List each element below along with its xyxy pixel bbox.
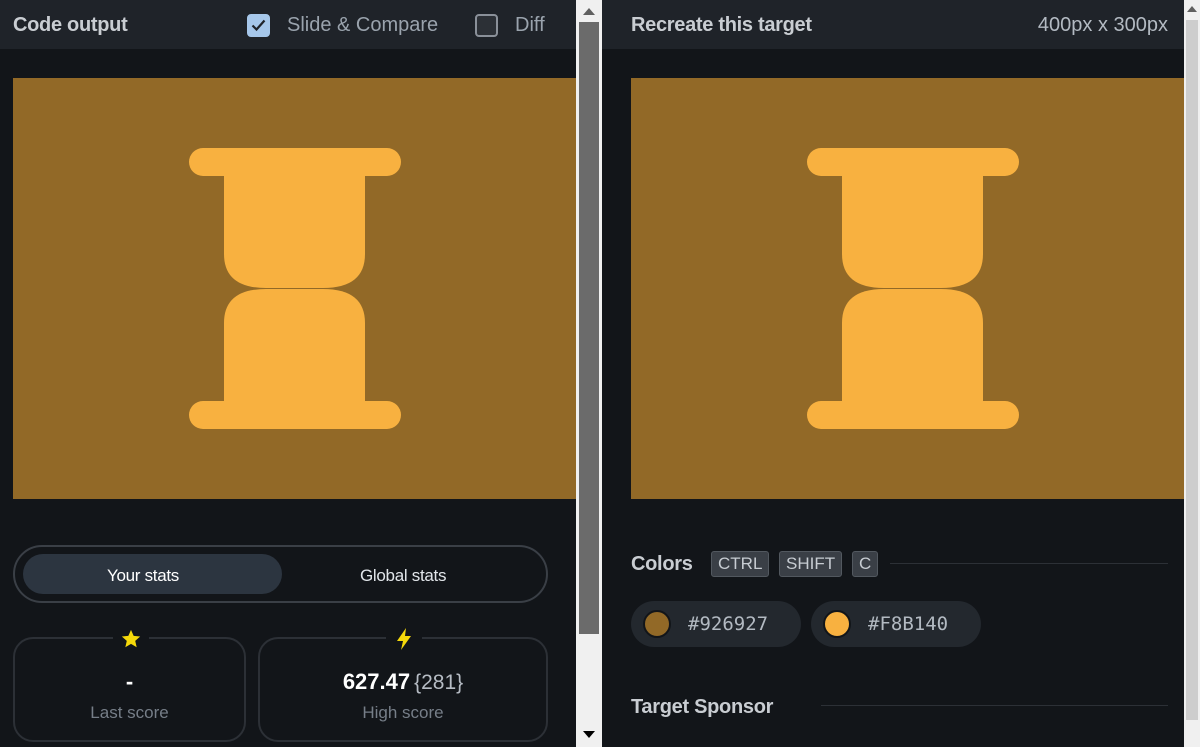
stats-toggle: Your stats Global stats [13, 545, 548, 603]
color-hex-2: #F8B140 [868, 613, 949, 635]
colors-heading: Colors [631, 553, 693, 575]
high-score-value: 627.47 {281} [260, 669, 546, 695]
diff-label[interactable]: Diff [515, 14, 545, 37]
code-output-header: Code output Slide & Compare Diff [0, 0, 576, 49]
checkmark-icon [251, 19, 266, 32]
code-output-title: Code output [13, 14, 128, 36]
high-score-label: High score [362, 703, 444, 722]
high-score-extra: {281} [414, 671, 464, 694]
tab-your-stats-label[interactable]: Your stats [107, 566, 179, 586]
bolt-icon [386, 626, 422, 652]
scrollbar-thumb[interactable] [579, 22, 599, 634]
hourglass-shape-target [807, 148, 1019, 429]
high-score-number: 627.47 [342, 669, 411, 694]
right-scrollbar-thumb[interactable] [1186, 20, 1198, 720]
shortcut-key-c: C [852, 551, 879, 577]
target-header: Recreate this target 400px x 300px [602, 0, 1200, 49]
last-score-label: Last score [90, 703, 169, 722]
right-scroll-up-arrow-icon[interactable] [1187, 6, 1197, 12]
last-score-card: - Last score [13, 626, 246, 742]
target-panel: Recreate this target 400px x 300px Color… [602, 0, 1200, 747]
target-title: Recreate this target [631, 14, 812, 36]
right-panel-scrollbar[interactable] [1184, 0, 1200, 747]
sponsor-divider [821, 705, 1168, 706]
hourglass-shape-output [189, 148, 401, 429]
target-size: 400px x 300px [1037, 14, 1168, 36]
star-icon [113, 626, 149, 652]
diff-checkbox[interactable] [475, 14, 498, 37]
scroll-up-arrow-icon[interactable] [583, 8, 595, 15]
slide-compare-label[interactable]: Slide & Compare [287, 14, 438, 37]
shortcut-key-ctrl: CTRL [711, 551, 770, 577]
code-output-panel: Code output Slide & Compare Diff Your st… [0, 0, 576, 747]
color-swatch-1[interactable]: #926927 [631, 601, 801, 647]
scroll-down-arrow-icon[interactable] [583, 731, 595, 738]
color-hex-1: #926927 [688, 613, 769, 635]
color-swatch-2[interactable]: #F8B140 [811, 601, 981, 647]
last-score-value: - [125, 669, 134, 694]
color-dot-1 [643, 610, 671, 638]
left-panel-scrollbar[interactable] [576, 0, 602, 747]
high-score-card: 627.47 {281} High score [258, 626, 548, 742]
code-output-canvas[interactable] [13, 78, 576, 499]
target-canvas [631, 78, 1194, 499]
shortcut-key-shift: SHIFT [779, 551, 843, 577]
tab-global-stats[interactable]: Global stats [360, 566, 446, 586]
target-sponsor-heading: Target Sponsor [631, 696, 774, 718]
slide-compare-checkbox[interactable] [247, 14, 270, 37]
colors-divider [890, 563, 1168, 564]
color-dot-2 [823, 610, 851, 638]
